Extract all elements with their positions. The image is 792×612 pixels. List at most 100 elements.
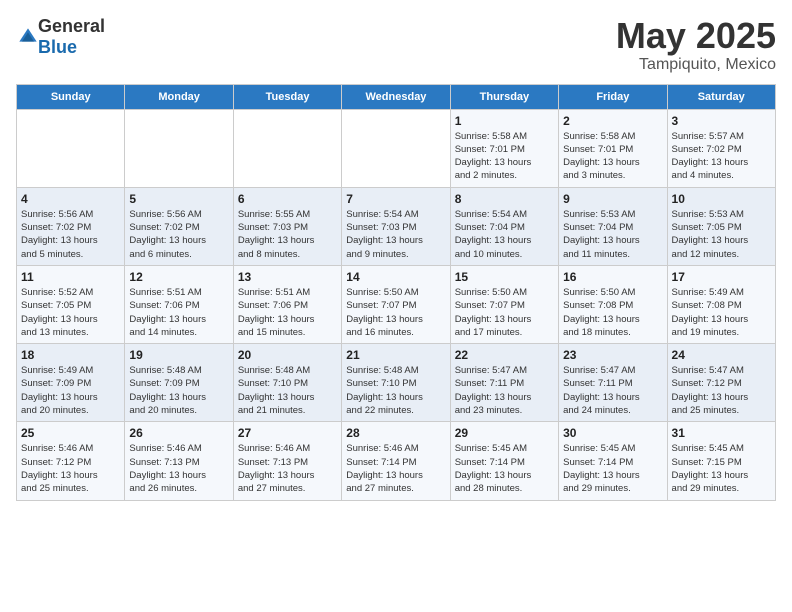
- calendar-cell: 17 Sunrise: 5:49 AM Sunset: 7:08 PM Dayli…: [667, 265, 775, 343]
- logo-icon: [18, 27, 38, 47]
- day-number: 14: [346, 270, 445, 284]
- day-info: Sunrise: 5:46 AM Sunset: 7:12 PM Dayligh…: [21, 442, 120, 495]
- day-info: Sunrise: 5:48 AM Sunset: 7:10 PM Dayligh…: [238, 364, 337, 417]
- calendar-cell: 22Sunrise: 5:47 AM Sunset: 7:11 PM Dayli…: [450, 344, 558, 422]
- day-info: Sunrise: 5:53 AM Sunset: 7:05 PM Dayligh…: [672, 208, 771, 261]
- day-info: Sunrise: 5:46 AM Sunset: 7:13 PM Dayligh…: [129, 442, 228, 495]
- day-number: 18: [21, 348, 120, 362]
- calendar-cell: 12 Sunrise: 5:51 AM Sunset: 7:06 PM Dayli…: [125, 265, 233, 343]
- day-info: Sunrise: 5:58 AM Sunset: 7:01 PM Dayligh…: [455, 130, 554, 183]
- calendar-cell: 28 Sunrise: 5:46 AM Sunset: 7:14 PM Dayli…: [342, 422, 450, 500]
- day-number: 29: [455, 426, 554, 440]
- day-number: 11: [21, 270, 120, 284]
- calendar-cell: 23 Sunrise: 5:47 AM Sunset: 7:11 PM Dayli…: [559, 344, 667, 422]
- calendar-title: May 2025: [616, 16, 776, 56]
- day-info: Sunrise: 5:58 AM Sunset: 7:01 PM Dayligh…: [563, 130, 662, 183]
- calendar-cell: [342, 109, 450, 187]
- day-info: Sunrise: 5:51 AM Sunset: 7:06 PM Dayligh…: [238, 286, 337, 339]
- calendar-cell: [17, 109, 125, 187]
- calendar-cell: 13 Sunrise: 5:51 AM Sunset: 7:06 PM Dayli…: [233, 265, 341, 343]
- calendar-cell: 27 Sunrise: 5:46 AM Sunset: 7:13 PM Dayli…: [233, 422, 341, 500]
- calendar-cell: 9 Sunrise: 5:53 AM Sunset: 7:04 PM Daylig…: [559, 187, 667, 265]
- calendar-cell: 29 Sunrise: 5:45 AM Sunset: 7:14 PM Dayli…: [450, 422, 558, 500]
- logo-general-text: General: [38, 16, 105, 36]
- day-info: Sunrise: 5:47 AM Sunset: 7:11 PM Dayligh…: [563, 364, 662, 417]
- day-info: Sunrise: 5:48 AM Sunset: 7:10 PM Dayligh…: [346, 364, 445, 417]
- calendar-cell: 10Sunrise: 5:53 AM Sunset: 7:05 PM Dayli…: [667, 187, 775, 265]
- calendar-header: SundayMondayTuesdayWednesdayThursdayFrid…: [17, 84, 776, 109]
- calendar-cell: 19 Sunrise: 5:48 AM Sunset: 7:09 PM Dayli…: [125, 344, 233, 422]
- day-number: 30: [563, 426, 662, 440]
- day-number: 1: [455, 114, 554, 128]
- weekday-header-monday: Monday: [125, 84, 233, 109]
- day-info: Sunrise: 5:51 AM Sunset: 7:06 PM Dayligh…: [129, 286, 228, 339]
- day-number: 19: [129, 348, 228, 362]
- calendar-cell: 25Sunrise: 5:46 AM Sunset: 7:12 PM Dayli…: [17, 422, 125, 500]
- day-info: Sunrise: 5:46 AM Sunset: 7:13 PM Dayligh…: [238, 442, 337, 495]
- day-number: 20: [238, 348, 337, 362]
- day-info: Sunrise: 5:50 AM Sunset: 7:08 PM Dayligh…: [563, 286, 662, 339]
- calendar-cell: 18 Sunrise: 5:49 AM Sunset: 7:09 PM Dayli…: [17, 344, 125, 422]
- calendar-week-3: 11 Sunrise: 5:52 AM Sunset: 7:05 PM Dayli…: [17, 265, 776, 343]
- day-info: Sunrise: 5:53 AM Sunset: 7:04 PM Dayligh…: [563, 208, 662, 261]
- day-info: Sunrise: 5:57 AM Sunset: 7:02 PM Dayligh…: [672, 130, 771, 183]
- day-info: Sunrise: 5:46 AM Sunset: 7:14 PM Dayligh…: [346, 442, 445, 495]
- calendar-cell: 20 Sunrise: 5:48 AM Sunset: 7:10 PM Dayli…: [233, 344, 341, 422]
- day-info: Sunrise: 5:56 AM Sunset: 7:02 PM Dayligh…: [21, 208, 120, 261]
- day-info: Sunrise: 5:50 AM Sunset: 7:07 PM Dayligh…: [346, 286, 445, 339]
- day-info: Sunrise: 5:48 AM Sunset: 7:09 PM Dayligh…: [129, 364, 228, 417]
- day-number: 4: [21, 192, 120, 206]
- day-info: Sunrise: 5:54 AM Sunset: 7:04 PM Dayligh…: [455, 208, 554, 261]
- calendar-cell: 31 Sunrise: 5:45 AM Sunset: 7:15 PM Dayli…: [667, 422, 775, 500]
- day-number: 3: [672, 114, 771, 128]
- day-info: Sunrise: 5:52 AM Sunset: 7:05 PM Dayligh…: [21, 286, 120, 339]
- day-info: Sunrise: 5:49 AM Sunset: 7:09 PM Dayligh…: [21, 364, 120, 417]
- day-number: 8: [455, 192, 554, 206]
- calendar-cell: 2 Sunrise: 5:58 AM Sunset: 7:01 PM Daylig…: [559, 109, 667, 187]
- day-info: Sunrise: 5:45 AM Sunset: 7:15 PM Dayligh…: [672, 442, 771, 495]
- calendar-cell: 14 Sunrise: 5:50 AM Sunset: 7:07 PM Dayli…: [342, 265, 450, 343]
- day-number: 15: [455, 270, 554, 284]
- calendar-cell: 15 Sunrise: 5:50 AM Sunset: 7:07 PM Dayli…: [450, 265, 558, 343]
- calendar-cell: 11 Sunrise: 5:52 AM Sunset: 7:05 PM Dayli…: [17, 265, 125, 343]
- calendar-cell: 16 Sunrise: 5:50 AM Sunset: 7:08 PM Dayli…: [559, 265, 667, 343]
- weekday-header-sunday: Sunday: [17, 84, 125, 109]
- day-info: Sunrise: 5:45 AM Sunset: 7:14 PM Dayligh…: [563, 442, 662, 495]
- day-number: 31: [672, 426, 771, 440]
- calendar-cell: 1 Sunrise: 5:58 AM Sunset: 7:01 PM Daylig…: [450, 109, 558, 187]
- day-info: Sunrise: 5:47 AM Sunset: 7:11 PM Dayligh…: [455, 364, 554, 417]
- day-number: 24: [672, 348, 771, 362]
- calendar-subtitle: Tampiquito, Mexico: [616, 56, 776, 74]
- calendar-week-4: 18 Sunrise: 5:49 AM Sunset: 7:09 PM Dayli…: [17, 344, 776, 422]
- weekday-header-wednesday: Wednesday: [342, 84, 450, 109]
- calendar-cell: 8 Sunrise: 5:54 AM Sunset: 7:04 PM Daylig…: [450, 187, 558, 265]
- day-number: 5: [129, 192, 228, 206]
- day-number: 27: [238, 426, 337, 440]
- day-number: 9: [563, 192, 662, 206]
- day-number: 12: [129, 270, 228, 284]
- day-info: Sunrise: 5:49 AM Sunset: 7:08 PM Dayligh…: [672, 286, 771, 339]
- weekday-header-tuesday: Tuesday: [233, 84, 341, 109]
- day-number: 23: [563, 348, 662, 362]
- day-number: 28: [346, 426, 445, 440]
- calendar-week-5: 25Sunrise: 5:46 AM Sunset: 7:12 PM Dayli…: [17, 422, 776, 500]
- weekday-header-saturday: Saturday: [667, 84, 775, 109]
- day-info: Sunrise: 5:54 AM Sunset: 7:03 PM Dayligh…: [346, 208, 445, 261]
- calendar-cell: [233, 109, 341, 187]
- day-info: Sunrise: 5:45 AM Sunset: 7:14 PM Dayligh…: [455, 442, 554, 495]
- weekday-header-thursday: Thursday: [450, 84, 558, 109]
- calendar-table: SundayMondayTuesdayWednesdayThursdayFrid…: [16, 84, 776, 501]
- day-number: 17: [672, 270, 771, 284]
- day-number: 13: [238, 270, 337, 284]
- day-number: 2: [563, 114, 662, 128]
- day-info: Sunrise: 5:50 AM Sunset: 7:07 PM Dayligh…: [455, 286, 554, 339]
- day-number: 6: [238, 192, 337, 206]
- calendar-cell: 26Sunrise: 5:46 AM Sunset: 7:13 PM Dayli…: [125, 422, 233, 500]
- day-info: Sunrise: 5:47 AM Sunset: 7:12 PM Dayligh…: [672, 364, 771, 417]
- logo-blue-text: Blue: [38, 37, 77, 57]
- calendar-week-2: 4 Sunrise: 5:56 AM Sunset: 7:02 PM Daylig…: [17, 187, 776, 265]
- day-number: 16: [563, 270, 662, 284]
- header: General Blue May 2025 Tampiquito, Mexico: [16, 16, 776, 74]
- calendar-cell: 6Sunrise: 5:55 AM Sunset: 7:03 PM Daylig…: [233, 187, 341, 265]
- calendar-cell: [125, 109, 233, 187]
